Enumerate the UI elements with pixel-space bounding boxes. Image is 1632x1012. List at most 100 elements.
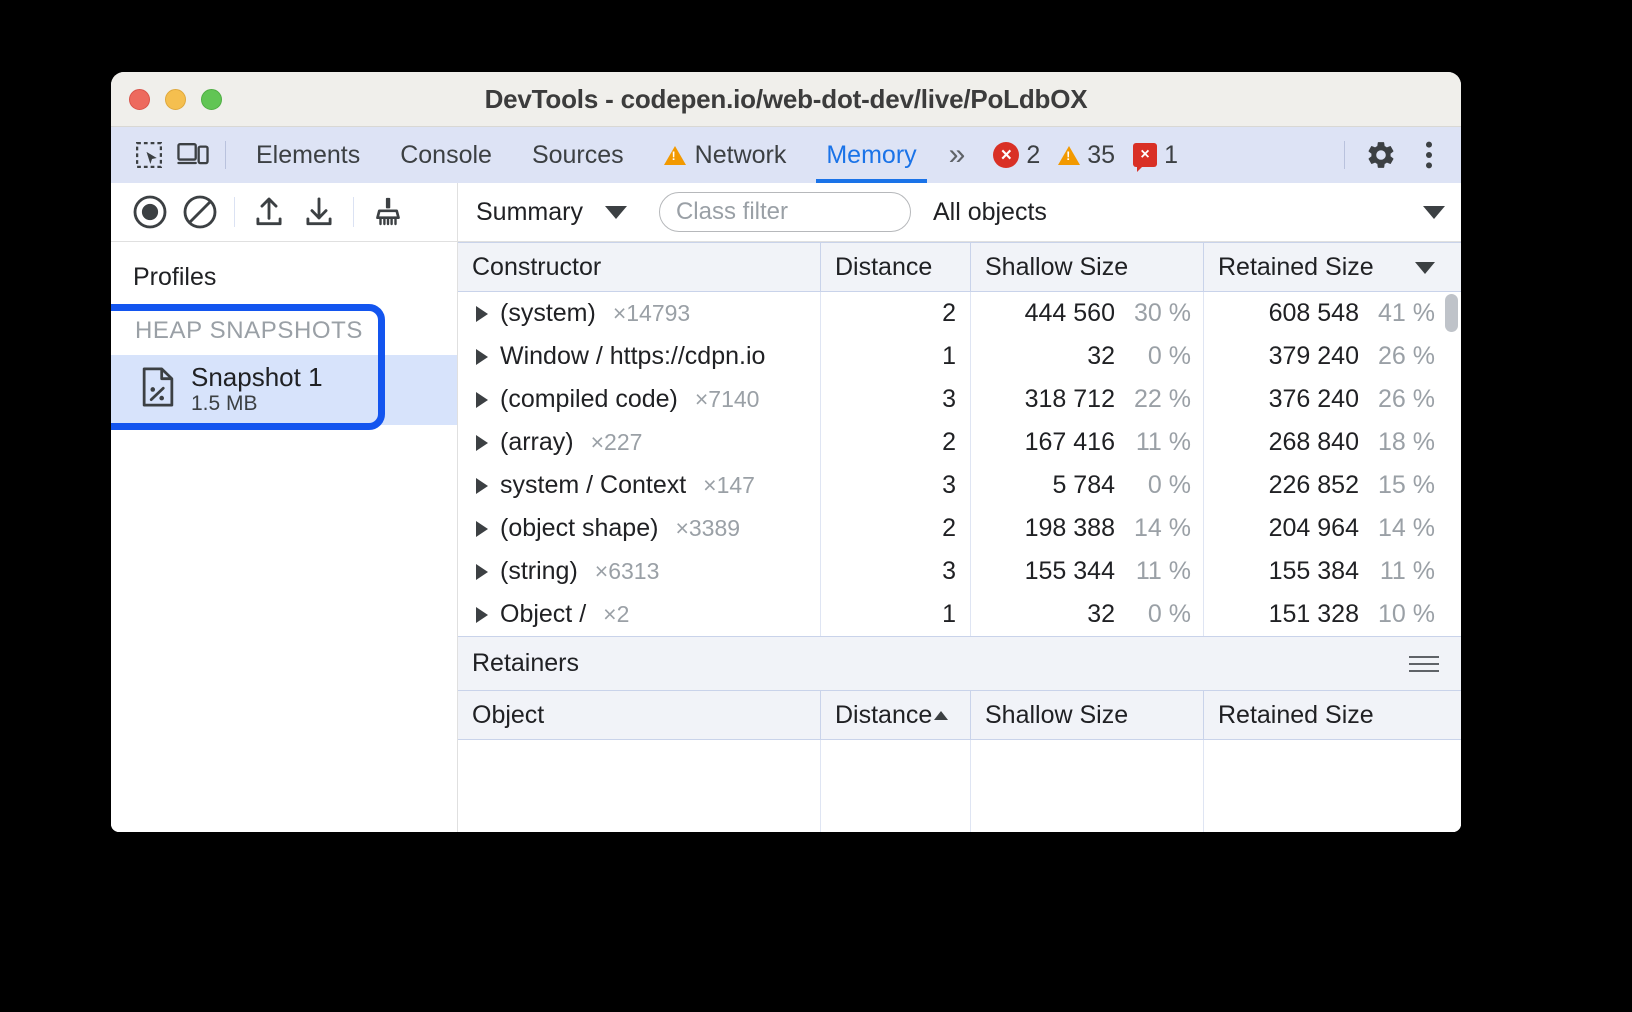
column-header-shallow-size[interactable]: Shallow Size [971, 243, 1204, 291]
record-heap-snapshot-icon[interactable] [125, 187, 175, 237]
tabbar-divider [225, 141, 226, 169]
constructor-count: ×14793 [613, 300, 690, 327]
expand-triangle-icon[interactable] [476, 349, 488, 365]
load-profile-icon[interactable] [244, 187, 294, 237]
expand-triangle-icon[interactable] [476, 521, 488, 537]
inspect-element-icon[interactable] [127, 133, 171, 177]
issue-count: 1 [1164, 141, 1178, 170]
shallow-size-value: 198 388 [1025, 514, 1115, 543]
class-filter-input[interactable] [659, 192, 911, 232]
retained-size-value: 608 548 [1269, 299, 1359, 328]
expand-triangle-icon[interactable] [476, 306, 488, 322]
constructor-count: ×2 [603, 601, 629, 628]
tab-label: Console [400, 141, 492, 170]
retainers-menu-icon[interactable] [1409, 656, 1439, 672]
tab-elements[interactable]: Elements [236, 127, 380, 183]
retained-size-percent: 41 % [1371, 299, 1435, 328]
tab-label: Memory [826, 141, 916, 170]
table-row[interactable]: (compiled code)×71403318 71222 %376 2402… [458, 378, 1461, 421]
grid-scrollbar[interactable] [1446, 292, 1459, 636]
screenshot-root: DevTools - codepen.io/web-dot-dev/live/P… [0, 0, 1632, 1012]
tab-memory[interactable]: Memory [806, 127, 936, 183]
shallow-size-value: 444 560 [1025, 299, 1115, 328]
collect-garbage-icon[interactable] [363, 187, 413, 237]
column-header-constructor[interactable]: Constructor [458, 243, 821, 291]
cell-constructor: Object / ×2 [458, 593, 821, 636]
constructor-name: (object shape) [500, 514, 658, 543]
issue-counter[interactable]: × 1 [1127, 141, 1184, 170]
table-row[interactable]: (object shape)×33892198 38814 %204 96414… [458, 507, 1461, 550]
kebab-menu-icon[interactable] [1407, 133, 1451, 177]
column-header-label: Distance [835, 253, 932, 282]
table-row[interactable]: system / Context×14735 7840 %226 85215 % [458, 464, 1461, 507]
device-toolbar-icon[interactable] [171, 133, 215, 177]
warning-counter[interactable]: 35 [1052, 141, 1121, 170]
heap-snapshots-group-title: HEAP SNAPSHOTS [111, 292, 457, 355]
tab-label: Network [695, 141, 787, 170]
expand-triangle-icon[interactable] [476, 435, 488, 451]
objects-select-value[interactable]: All objects [933, 198, 1047, 227]
table-row[interactable]: (array)×2272167 41611 %268 84018 % [458, 421, 1461, 464]
cell-distance: 1 [821, 593, 971, 636]
gear-icon[interactable] [1359, 133, 1403, 177]
constructor-name: (system) [500, 299, 596, 328]
save-profile-icon[interactable] [294, 187, 344, 237]
table-row[interactable]: Window / https://cdpn.io1320 %379 24026 … [458, 335, 1461, 378]
shallow-size-value: 32 [1087, 600, 1115, 629]
sort-ascending-icon [934, 711, 948, 720]
cell-retained-size: 151 32810 % [1204, 593, 1461, 636]
toolbar-divider [353, 197, 354, 227]
table-row[interactable]: (system) ×14793 2 444 560 30 % 608 548 41 % [458, 292, 1461, 335]
shallow-size-value: 32 [1087, 342, 1115, 371]
column-header-distance[interactable]: Distance [821, 243, 971, 291]
retainers-column-header-distance[interactable]: Distance [821, 691, 971, 739]
shallow-size-percent: 30 % [1127, 299, 1191, 328]
retainers-column-header-retained-size[interactable]: Retained Size [1204, 691, 1461, 739]
clear-all-profiles-icon[interactable] [175, 187, 225, 237]
error-count: 2 [1026, 141, 1040, 170]
cell-shallow-size: 320 % [971, 593, 1204, 636]
constructor-count: ×3389 [675, 515, 740, 542]
tab-console[interactable]: Console [380, 127, 512, 183]
cell-shallow-size: 318 71222 % [971, 378, 1204, 421]
view-select-value: Summary [476, 198, 583, 227]
memory-panel-toolbar: Summary All objects [111, 183, 1461, 242]
summary-grid-header: Constructor Distance Shallow Size Retain… [458, 242, 1461, 292]
retainers-column-header-object[interactable]: Object [458, 691, 821, 739]
expand-triangle-icon[interactable] [476, 564, 488, 580]
chevron-down-icon[interactable] [1423, 206, 1445, 219]
column-header-label: Distance [835, 701, 932, 730]
sort-descending-icon [1415, 262, 1435, 274]
tab-network[interactable]: Network [644, 127, 807, 183]
minimize-window-button[interactable] [165, 89, 186, 110]
cell-retained-size: 379 24026 % [1204, 335, 1461, 378]
maximize-window-button[interactable] [201, 89, 222, 110]
expand-triangle-icon[interactable] [476, 392, 488, 408]
window-title: DevTools - codepen.io/web-dot-dev/live/P… [111, 84, 1461, 115]
cell-shallow-size: 198 38814 % [971, 507, 1204, 550]
grid-scrollbar-thumb[interactable] [1445, 294, 1458, 332]
expand-triangle-icon[interactable] [476, 607, 488, 623]
cell-shallow-size: 167 41611 % [971, 421, 1204, 464]
shallow-size-percent: 11 % [1127, 557, 1191, 586]
retained-size-percent: 10 % [1371, 600, 1435, 629]
retained-size-percent: 11 % [1371, 557, 1435, 586]
tab-sources[interactable]: Sources [512, 127, 644, 183]
more-tabs-icon[interactable]: » [937, 138, 972, 172]
snapshot-list-item[interactable]: Snapshot 1 1.5 MB [111, 355, 457, 425]
view-select[interactable]: Summary [476, 198, 627, 227]
table-row[interactable]: (string)×63133155 34411 %155 38411 % [458, 550, 1461, 593]
panel-tabs: Elements Console Sources Network Memory [236, 127, 937, 183]
cell-distance: 2 [821, 292, 971, 335]
retainers-column-header-shallow-size[interactable]: Shallow Size [971, 691, 1204, 739]
cell-distance: 3 [821, 378, 971, 421]
retained-size-value: 155 384 [1269, 557, 1359, 586]
expand-triangle-icon[interactable] [476, 478, 488, 494]
constructor-name: Object / [500, 600, 586, 629]
column-header-retained-size[interactable]: Retained Size [1204, 243, 1461, 291]
error-counter[interactable]: × 2 [987, 141, 1046, 170]
table-row[interactable]: Object / ×2 1320 %151 32810 % [458, 593, 1461, 636]
cell-shallow-size: 5 7840 % [971, 464, 1204, 507]
cell-retained-size: 226 85215 % [1204, 464, 1461, 507]
close-window-button[interactable] [129, 89, 150, 110]
